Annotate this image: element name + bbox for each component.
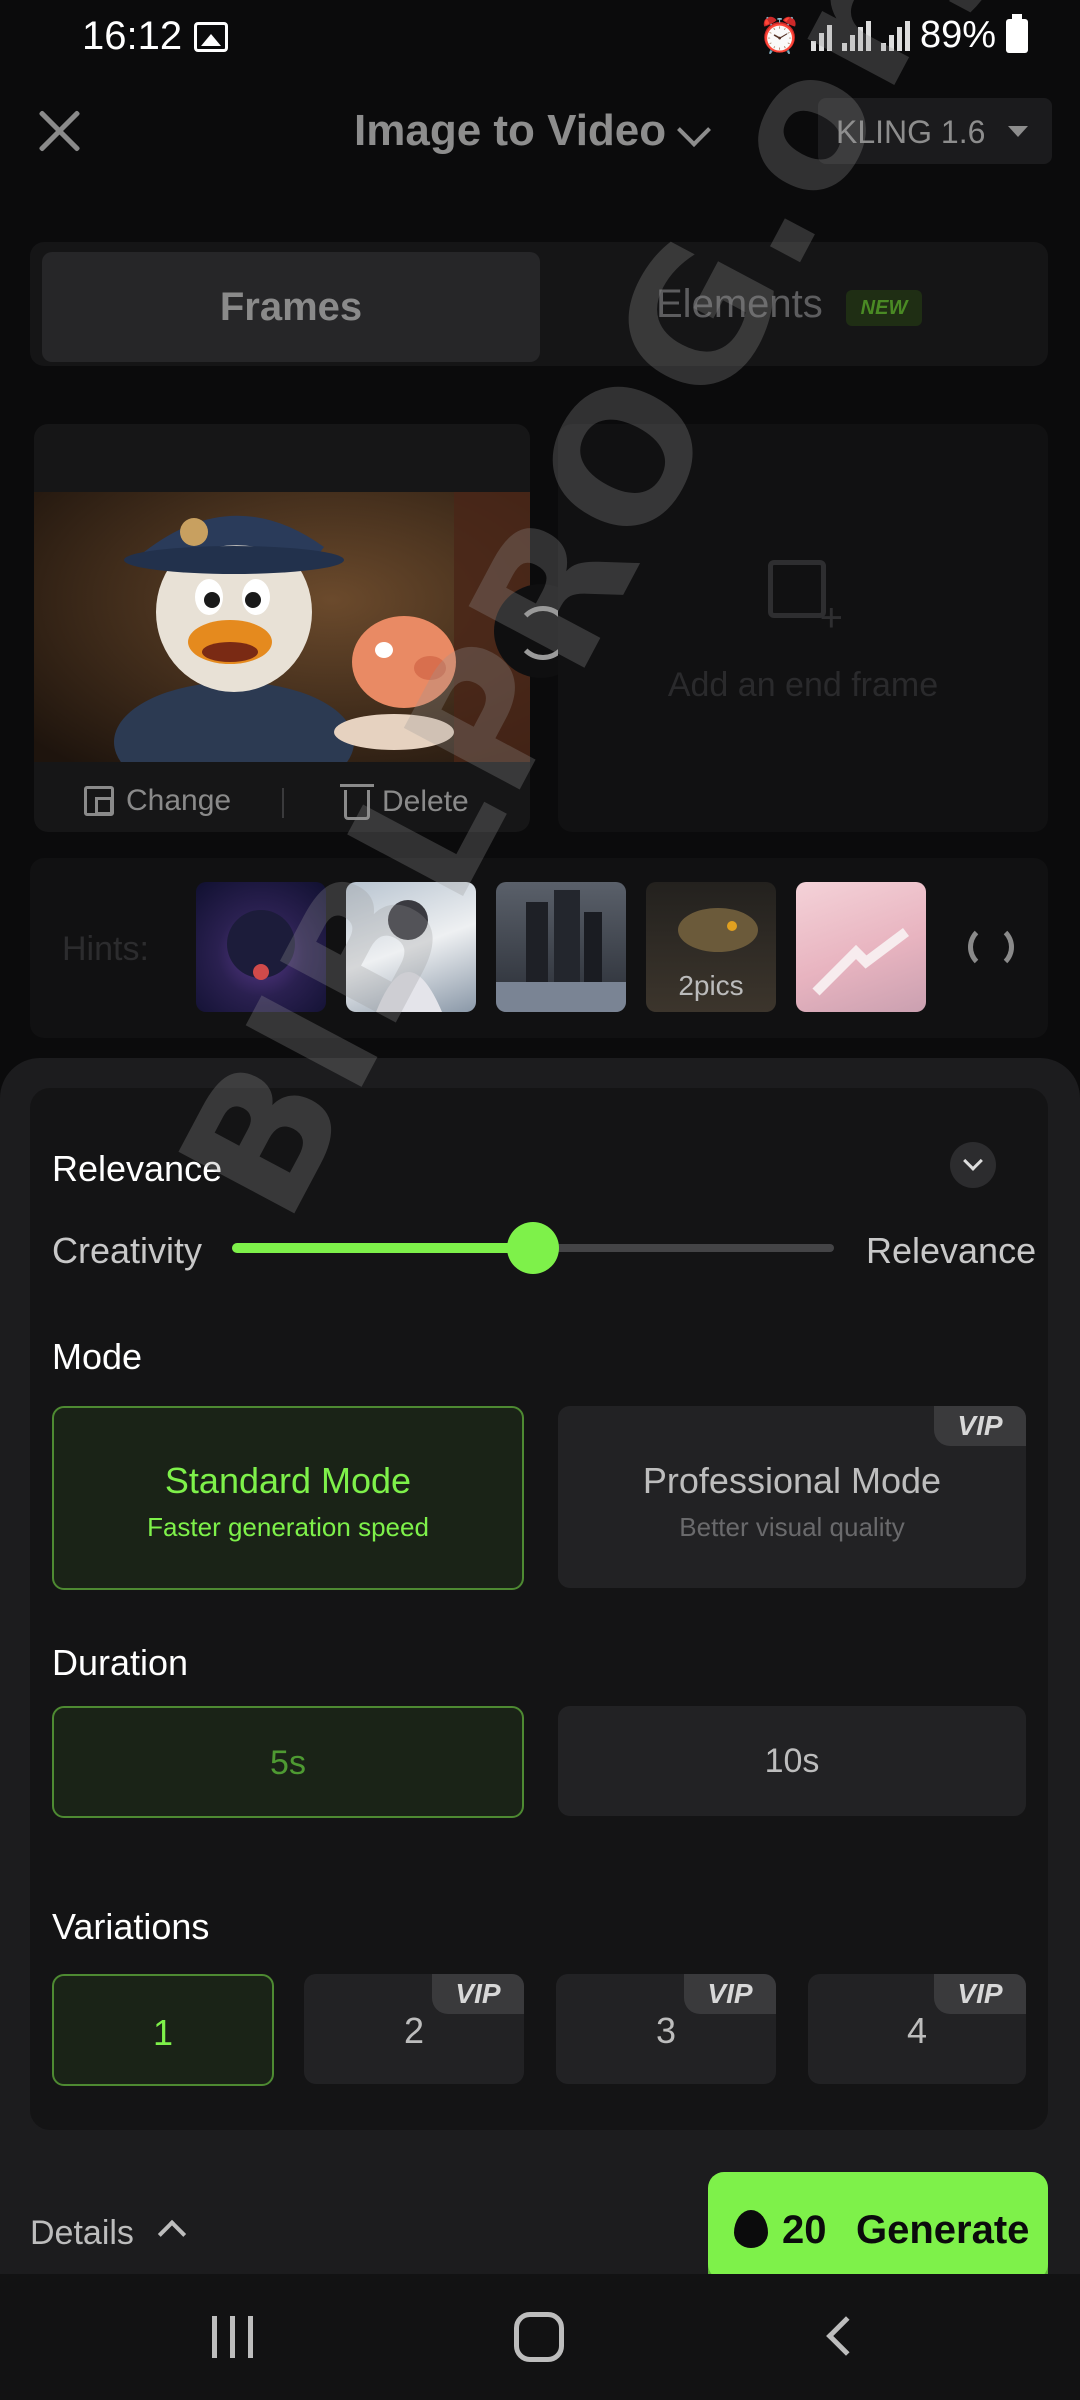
generate-button[interactable]: 20 Generate [708,2172,1048,2290]
variation-option[interactable]: VIP 2 [304,1974,524,2084]
new-badge: NEW [846,290,922,326]
variation-label: 4 [906,2010,928,2051]
variation-option[interactable]: VIP 4 [808,1974,1026,2084]
hint-thumbnail[interactable] [496,882,626,1012]
variation-label: 3 [655,2010,677,2051]
professional-mode-title: Professional Mode [642,1460,942,1501]
duration-option[interactable]: 10s [558,1706,1026,1816]
relevance-label: Relevance [866,1230,1037,1271]
professional-mode-option[interactable]: VIP Professional Mode Better visual qual… [558,1406,1026,1588]
add-end-frame-label: Add an end frame [667,666,939,704]
variation-option[interactable]: 1 [52,1974,274,2086]
home-icon[interactable] [514,2312,564,2362]
vip-badge: VIP [934,1406,1026,1446]
vip-badge: VIP [432,1974,524,2014]
status-time: 16:12 [82,14,183,58]
change-button[interactable]: Change [84,784,231,818]
variation-label: 2 [403,2010,425,2051]
tab-frames-label: Frames [219,285,363,329]
variation-option[interactable]: VIP 3 [556,1974,776,2084]
variations-title: Variations [52,1906,210,1947]
add-image-icon [768,560,843,641]
close-icon[interactable] [36,108,82,154]
battery-icon [1006,13,1028,53]
hint-badge: 2pics [678,970,744,1001]
mode-title: Mode [52,1336,143,1377]
duration-option[interactable]: 5s [52,1706,524,1818]
generate-label: Generate [856,2208,1030,2252]
variation-label: 1 [152,2012,174,2053]
divider [282,788,284,818]
standard-mode-subtitle: Faster generation speed [147,1512,429,1542]
page-title[interactable]: Image to Video [354,106,666,156]
details-toggle[interactable]: Details [30,2214,134,2253]
collapse-icon[interactable] [950,1142,996,1188]
gallery-icon [194,22,228,52]
refresh-icon[interactable] [968,924,1014,970]
hints-label: Hints: [62,930,149,968]
hint-thumbnail[interactable]: 2pics [646,882,776,1012]
relevance-slider-thumb[interactable] [507,1222,559,1274]
standard-mode-title: Standard Mode [164,1460,412,1501]
standard-mode-option[interactable]: Standard Mode Faster generation speed [52,1406,524,1590]
vip-badge: VIP [934,1974,1026,2014]
creativity-label: Creativity [52,1230,203,1271]
change-label: Change [126,784,232,817]
hint-thumbnail[interactable] [796,882,926,1012]
tab-frames[interactable]: Frames [42,252,540,362]
relevance-slider-fill [232,1243,533,1253]
duration-label: 5s [270,1744,306,1782]
duration-title: Duration [52,1642,189,1683]
professional-mode-subtitle: Better visual quality [679,1512,905,1542]
vip-badge: VIP [684,1974,776,2014]
change-icon [84,786,114,816]
flame-icon [734,2210,768,2248]
credit-cost: 20 [782,2208,827,2252]
caret-down-icon [1008,126,1028,137]
recent-apps-icon[interactable] [212,2316,256,2358]
duration-label: 10s [764,1742,820,1780]
